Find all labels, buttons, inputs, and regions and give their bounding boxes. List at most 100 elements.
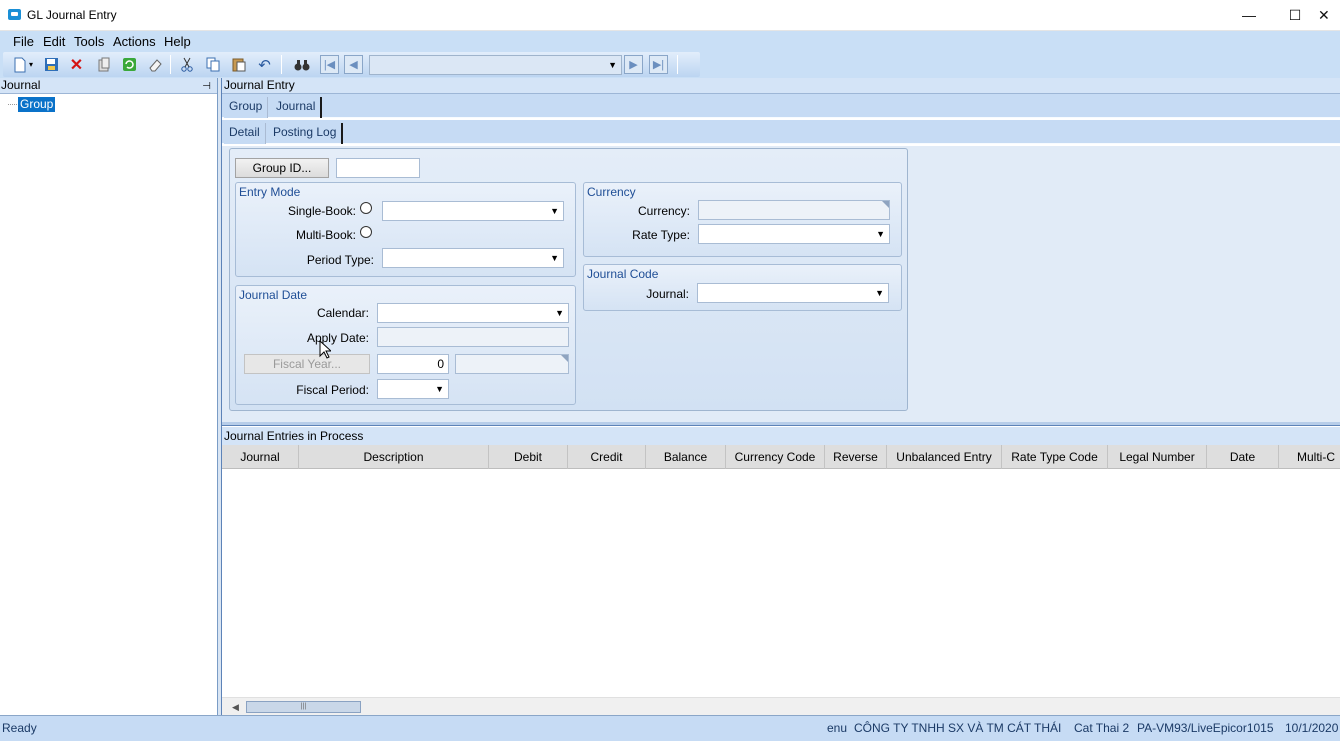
- tab-group[interactable]: Group: [224, 97, 269, 118]
- first-record-icon[interactable]: |◀: [320, 55, 339, 74]
- menu-edit[interactable]: Edit: [43, 34, 65, 49]
- tree-panel-header: Journal ⊣: [0, 78, 217, 94]
- cut-icon[interactable]: [178, 56, 195, 73]
- fiscal-period-label: Fiscal Period:: [296, 383, 369, 397]
- journal-code-combo[interactable]: ▼: [697, 283, 889, 303]
- rate-type-combo[interactable]: ▼: [698, 224, 890, 244]
- tree-panel-title: Journal: [1, 78, 41, 92]
- scrollbar-thumb[interactable]: |||: [246, 701, 361, 713]
- chevron-down-icon: ▼: [550, 206, 559, 216]
- horizontal-scrollbar[interactable]: ◀ |||: [222, 697, 1340, 715]
- new-dropdown-icon[interactable]: ▾: [27, 56, 35, 73]
- fiscal-year-description: [455, 354, 569, 374]
- group-id-field[interactable]: [336, 158, 420, 178]
- attach-icon[interactable]: [95, 56, 112, 73]
- field-corner-marker: [882, 201, 889, 208]
- app-icon: [8, 9, 21, 20]
- minimize-button[interactable]: —: [1226, 0, 1272, 31]
- section-splitter[interactable]: [222, 422, 1340, 426]
- toolbar: ▾ ✕ ↶ |◀ ◀ ▼ ▶ ▶|: [0, 51, 1340, 78]
- tab-journal[interactable]: Journal: [271, 97, 323, 118]
- menu-actions[interactable]: Actions: [113, 34, 156, 49]
- chevron-down-icon: ▼: [550, 253, 559, 263]
- col-description[interactable]: Description: [299, 445, 489, 469]
- apply-date-field[interactable]: [377, 327, 569, 347]
- tab-detail[interactable]: Detail: [224, 123, 266, 144]
- calendar-label: Calendar:: [316, 306, 369, 320]
- fiscal-year-field[interactable]: 0: [377, 354, 449, 374]
- col-rate-type-code[interactable]: Rate Type Code: [1002, 445, 1108, 469]
- delete-icon[interactable]: ✕: [68, 56, 85, 74]
- rate-type-label: Rate Type:: [632, 228, 690, 242]
- close-button[interactable]: ✕: [1318, 0, 1340, 31]
- grid-body: [222, 469, 1340, 697]
- grid-column-header: Journal Description Debit Credit Balance…: [222, 445, 1340, 469]
- journal-date-title: Journal Date: [239, 288, 308, 302]
- scroll-left-icon[interactable]: ◀: [232, 702, 239, 713]
- menu-bar: File Edit Tools Actions Help: [0, 31, 1340, 51]
- entry-mode-group: Entry Mode Single-Book: ▼ Multi-Book: Pe…: [235, 182, 576, 277]
- col-multi-currency[interactable]: Multi-C: [1279, 445, 1340, 469]
- calendar-combo[interactable]: ▼: [377, 303, 569, 323]
- top-tab-row: Group Journal: [222, 94, 1340, 118]
- fiscal-year-button[interactable]: Fiscal Year...: [244, 354, 370, 374]
- previous-record-icon[interactable]: ◀: [344, 55, 363, 74]
- toolstrip: ▾ ✕ ↶ |◀ ◀ ▼ ▶ ▶|: [3, 52, 700, 77]
- col-credit[interactable]: Credit: [568, 445, 646, 469]
- journal-code-group: Journal Code Journal: ▼: [583, 264, 902, 311]
- period-type-combo[interactable]: ▼: [382, 248, 564, 268]
- status-date: 10/1/2020: [1285, 721, 1339, 735]
- currency-label: Currency:: [637, 204, 690, 218]
- chevron-down-icon: ▼: [608, 60, 617, 70]
- journal-entry-panel: Journal Entry Group Journal Detail Posti…: [222, 78, 1340, 715]
- chevron-down-icon: ▼: [875, 288, 884, 298]
- detail-form: Group ID... Entry Mode Single-Book: ▼ Mu…: [229, 148, 908, 411]
- last-record-icon[interactable]: ▶|: [649, 55, 668, 74]
- fiscal-period-combo[interactable]: ▼: [377, 379, 449, 399]
- tab-posting-log[interactable]: Posting Log: [268, 123, 344, 144]
- new-icon[interactable]: [11, 56, 28, 73]
- multi-book-radio[interactable]: [360, 226, 372, 238]
- currency-field[interactable]: [698, 200, 890, 220]
- menu-file[interactable]: File: [13, 34, 34, 49]
- toolbar-separator: [281, 55, 282, 74]
- tree-connector: [8, 104, 17, 105]
- grid-title: Journal Entries in Process: [222, 427, 1340, 445]
- col-balance[interactable]: Balance: [646, 445, 726, 469]
- currency-group: Currency Currency: Rate Type: ▼: [583, 182, 902, 257]
- copy-icon[interactable]: [205, 56, 222, 73]
- chevron-down-icon: ▼: [876, 229, 885, 239]
- group-id-button[interactable]: Group ID...: [235, 158, 329, 178]
- single-book-radio[interactable]: [360, 202, 372, 214]
- journal-code-title: Journal Code: [587, 267, 659, 281]
- search-binoculars-icon[interactable]: [293, 56, 310, 73]
- tree-item-group[interactable]: Group: [18, 97, 56, 112]
- status-server: PA-VM93/LiveEpicor1015: [1137, 721, 1274, 735]
- record-navigator-combo[interactable]: ▼: [369, 55, 622, 75]
- col-reverse[interactable]: Reverse: [825, 445, 887, 469]
- sub-tab-row: Detail Posting Log: [222, 120, 1340, 144]
- status-bar: Ready enu CÔNG TY TNHH SX VÀ TM CÁT THÁI…: [0, 715, 1340, 741]
- col-date[interactable]: Date: [1207, 445, 1279, 469]
- col-legal-number[interactable]: Legal Number: [1108, 445, 1207, 469]
- col-currency-code[interactable]: Currency Code: [726, 445, 825, 469]
- menu-help[interactable]: Help: [164, 34, 191, 49]
- col-debit[interactable]: Debit: [489, 445, 568, 469]
- menu-tools[interactable]: Tools: [74, 34, 104, 49]
- col-unbalanced-entry[interactable]: Unbalanced Entry: [887, 445, 1002, 469]
- refresh-icon[interactable]: [121, 56, 138, 73]
- col-journal[interactable]: Journal: [222, 445, 299, 469]
- period-type-label: Period Type:: [306, 253, 374, 267]
- eraser-icon[interactable]: [147, 56, 164, 73]
- next-record-icon[interactable]: ▶: [624, 55, 643, 74]
- journal-entry-header: Journal Entry: [222, 78, 1340, 94]
- single-book-combo[interactable]: ▼: [382, 201, 564, 221]
- paste-icon[interactable]: [230, 56, 247, 73]
- pin-icon[interactable]: ⊣: [202, 79, 211, 94]
- journal-label: Journal:: [646, 287, 689, 301]
- field-corner-marker: [561, 355, 568, 362]
- maximize-button[interactable]: ☐: [1272, 0, 1318, 31]
- undo-icon[interactable]: ↶: [256, 56, 273, 74]
- save-icon[interactable]: [43, 56, 60, 73]
- entry-mode-title: Entry Mode: [239, 185, 301, 199]
